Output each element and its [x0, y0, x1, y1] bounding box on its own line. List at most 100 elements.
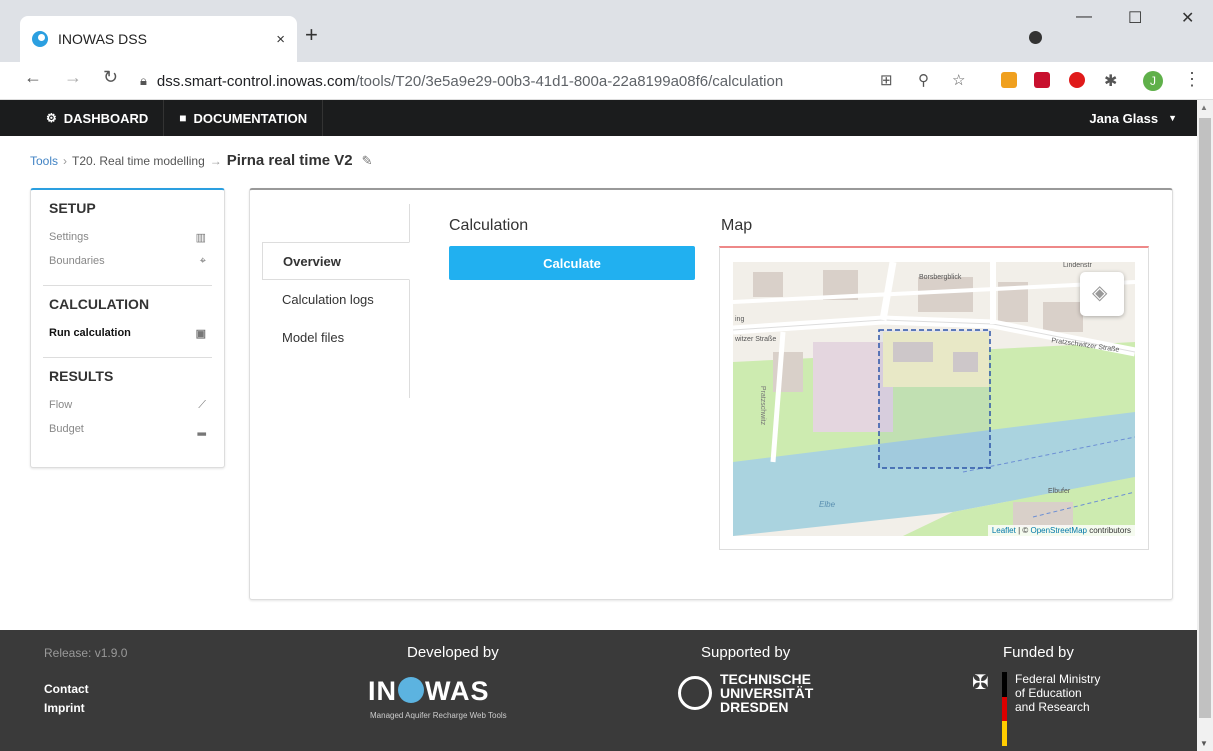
leaflet-map[interactable]: Borsbergblick Lindenstr witzer Straße in…	[733, 262, 1135, 536]
nav-documentation-label: DOCUMENTATION	[193, 110, 308, 126]
map-label-pratzschwitz: Pratzschwitz	[759, 385, 767, 426]
map-marker-icon: ⌖	[199, 254, 206, 267]
bmbf-line2: of Education	[1015, 686, 1082, 700]
map-heading: Map	[721, 217, 753, 234]
sidebar-item-label: Flow	[49, 399, 73, 411]
setup-heading: SETUP	[49, 200, 96, 216]
sidebar-item-run-calculation[interactable]: Run calculation ▣	[49, 321, 206, 345]
inowas-logo-right: WAS	[425, 676, 490, 706]
map-icon: ▥	[195, 231, 206, 244]
sidebar-item-flow[interactable]: Flow ⟋	[49, 393, 206, 417]
inowas-tagline: Managed Aquifer Recharge Web Tools	[370, 711, 507, 720]
nav-dashboard-label: DASHBOARD	[63, 110, 149, 126]
sidebar-item-label: Run calculation	[49, 327, 131, 339]
map-label-ing: ing	[735, 316, 745, 323]
lock-icon: 🔒︎	[140, 73, 147, 88]
arrow-right-icon: →	[209, 153, 222, 168]
globe-icon	[398, 677, 424, 703]
chrome-profile-icon[interactable]	[1029, 31, 1042, 44]
calculate-button[interactable]: Calculate	[449, 246, 695, 280]
forward-arrow-icon[interactable]: →	[64, 67, 82, 88]
sidebar-item-boundaries[interactable]: Boundaries ⌖	[49, 249, 206, 273]
zoom-icon[interactable]: ⚲	[918, 71, 929, 89]
sidebar-item-settings[interactable]: Settings ▥	[49, 225, 206, 249]
page-scrollbar[interactable]: ▲ ▼	[1197, 100, 1213, 751]
extensions-puzzle-icon[interactable]: ✱	[1104, 71, 1117, 91]
supported-by-heading: Supported by	[701, 644, 791, 661]
maximize-button[interactable]: ☐	[1128, 8, 1142, 28]
browser-tabstrip: INOWAS DSS × + — ☐ ✕	[0, 0, 1213, 62]
release-version: Release: v1.9.0	[44, 646, 128, 660]
nav-dashboard[interactable]: ⚙ DASHBOARD	[0, 100, 165, 136]
tud-line3: DRESDEN	[720, 699, 789, 715]
address-bar[interactable]: 🔒︎ dss.smart-control.inowas.com/tools/T2…	[140, 66, 980, 96]
chrome-menu-icon[interactable]: ⋮	[1183, 69, 1201, 90]
scroll-down-icon[interactable]: ▼	[1200, 739, 1208, 748]
pencil-icon[interactable]: ✎	[362, 153, 373, 169]
scroll-up-icon[interactable]: ▲	[1200, 103, 1208, 112]
contact-link[interactable]: Contact	[44, 680, 89, 699]
sidebar-item-label: Settings	[49, 231, 89, 243]
inowas-logo[interactable]: IN WAS	[368, 676, 490, 707]
scrollbar-thumb[interactable]	[1199, 118, 1211, 718]
vertical-tabs: Overview Calculation logs Model files	[262, 204, 410, 398]
bmbf-logo[interactable]: ✠ Federal Ministry of Education and Rese…	[972, 672, 1101, 747]
tab-model-files[interactable]: Model files	[262, 318, 409, 356]
eagle-icon: ✠	[972, 672, 989, 694]
bar-chart-icon: ▂	[197, 423, 206, 436]
user-menu[interactable]: Jana Glass ▼	[1069, 111, 1197, 126]
leaflet-link[interactable]: Leaflet	[992, 526, 1016, 535]
map-tiles	[733, 262, 1135, 536]
developed-by-heading: Developed by	[407, 644, 499, 661]
breadcrumb-tools-link[interactable]: Tools	[30, 154, 58, 168]
tab-calculation-logs[interactable]: Calculation logs	[262, 280, 409, 318]
adblock-extension-icon[interactable]	[1069, 72, 1085, 88]
line-chart-icon: ⟋	[198, 398, 206, 411]
map-panel: Borsbergblick Lindenstr witzer Straße in…	[719, 246, 1149, 550]
map-label-elbe: Elbe	[819, 500, 836, 509]
tab-overview[interactable]: Overview	[262, 242, 410, 280]
bmbf-line3: and Research	[1015, 700, 1090, 714]
window-close-button[interactable]: ✕	[1181, 8, 1194, 28]
tud-line2: UNIVERSITÄT	[720, 685, 814, 701]
map-label-borsbergblick: Borsbergblick	[919, 274, 962, 281]
back-arrow-icon[interactable]: ←	[24, 67, 42, 88]
breadcrumb: Tools › T20. Real time modelling → Pirna…	[30, 152, 373, 169]
funded-by-heading: Funded by	[1003, 644, 1074, 661]
map-label-witzer-strasse: witzer Straße	[735, 336, 777, 343]
sidebar-item-budget[interactable]: Budget ▂	[49, 417, 206, 441]
browser-toolbar: ← → ↻ 🔒︎ dss.smart-control.inowas.com/to…	[0, 62, 1213, 100]
profile-avatar[interactable]: J	[1143, 71, 1163, 91]
new-tab-button[interactable]: +	[305, 22, 318, 48]
bmbf-line1: Federal Ministry	[1015, 672, 1101, 686]
sidebar-item-label: Budget	[49, 423, 84, 435]
tab-title: INOWAS DSS	[58, 31, 147, 47]
bookmark-star-icon[interactable]: ☆	[952, 71, 965, 89]
imprint-link[interactable]: Imprint	[44, 699, 89, 718]
pdf-extension-icon[interactable]	[1034, 72, 1050, 88]
minimize-button[interactable]: —	[1076, 8, 1092, 26]
cogs-icon: ⚙	[46, 111, 57, 125]
url-text: dss.smart-control.inowas.com/tools/T20/3…	[156, 72, 784, 90]
sidebar-item-label: Boundaries	[49, 255, 105, 267]
app-navbar: ⚙ DASHBOARD ■ DOCUMENTATION Jana Glass ▼	[0, 100, 1197, 136]
inowas-logo-left: IN	[368, 676, 397, 706]
attribution-tail: contributors	[1086, 526, 1131, 535]
user-name: Jana Glass	[1089, 110, 1159, 126]
file-icon: ■	[179, 111, 187, 125]
layers-control-button[interactable]: ◈	[1080, 272, 1124, 316]
translate-icon[interactable]: ⊞	[880, 71, 893, 89]
reload-icon[interactable]: ↻	[103, 67, 118, 88]
tud-emblem-icon	[678, 676, 712, 710]
calculation-heading: Calculation	[449, 217, 529, 234]
tab-close-icon[interactable]: ×	[276, 31, 285, 48]
openstreetmap-link[interactable]: OpenStreetMap	[1030, 526, 1086, 535]
browser-tab[interactable]: INOWAS DSS ×	[20, 16, 297, 62]
nav-documentation[interactable]: ■ DOCUMENTATION	[164, 100, 324, 136]
map-attribution: Leaflet | © OpenStreetMap contributors	[987, 525, 1135, 536]
breadcrumb-current: Pirna real time V2	[226, 152, 353, 169]
tu-dresden-logo[interactable]: TECHNISCHE UNIVERSITÄT DRESDEN	[678, 672, 813, 714]
extension-h-icon[interactable]	[1001, 72, 1017, 88]
chevron-right-icon: ›	[63, 153, 68, 168]
caret-down-icon: ▼	[1168, 113, 1177, 123]
